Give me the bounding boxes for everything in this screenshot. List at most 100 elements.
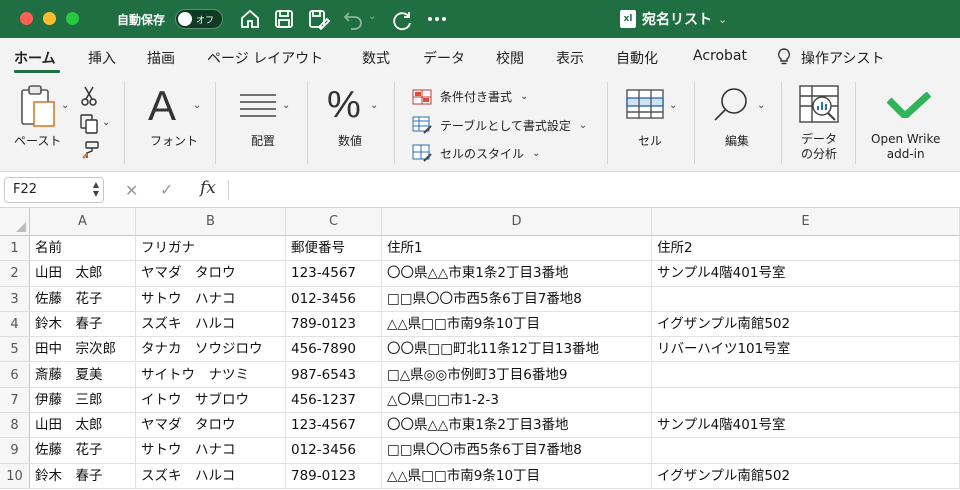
table-cell[interactable]: 鈴木 春子 [30, 311, 136, 338]
row-header[interactable]: 1 [0, 236, 30, 262]
table-cell[interactable]: サトウ ハナコ [136, 438, 286, 464]
table-cell[interactable]: スズキ ハルコ [136, 463, 286, 489]
table-cell[interactable]: 123-4567 [286, 413, 382, 439]
formula-input[interactable] [240, 180, 940, 200]
number-chevron-icon[interactable]: ⌄ [370, 100, 378, 111]
cell-styles-button[interactable]: セルのスタイル ⌄ [412, 144, 540, 162]
copy-icon[interactable] [80, 114, 98, 134]
paste-chevron-icon[interactable]: ⌄ [61, 100, 69, 111]
paste-icon[interactable] [18, 84, 60, 130]
table-cell[interactable]: 012-3456 [286, 438, 382, 464]
select-all-button[interactable] [0, 208, 30, 236]
font-chevron-icon[interactable]: ⌄ [193, 100, 201, 111]
table-cell[interactable]: □□県〇〇市西5条6丁目7番地8 [382, 438, 652, 464]
table-cell[interactable]: イグザンプル南館502 [652, 311, 960, 338]
table-cell[interactable]: フリガナ [136, 236, 286, 262]
editing-chevron-icon[interactable]: ⌄ [757, 100, 765, 111]
save-as-icon[interactable] [306, 7, 330, 31]
table-cell[interactable] [652, 438, 960, 464]
tab-review[interactable]: 校閲 [496, 48, 524, 68]
table-cell[interactable]: ヤマダ タロウ [136, 261, 286, 287]
column-header-b[interactable]: B [136, 208, 286, 236]
table-cell[interactable]: リバーハイツ101号室 [652, 337, 960, 363]
analyze-data-icon[interactable] [798, 84, 840, 124]
copy-chevron-icon[interactable]: ⌄ [102, 117, 110, 128]
table-cell[interactable]: 789-0123 [286, 311, 382, 338]
table-cell[interactable]: 斎藤 夏美 [30, 362, 136, 388]
alignment-chevron-icon[interactable]: ⌄ [282, 100, 290, 111]
table-cell[interactable]: 456-7890 [286, 337, 382, 363]
table-cell[interactable]: サトウ ハナコ [136, 286, 286, 312]
column-header-a[interactable]: A [30, 208, 136, 236]
row-header[interactable]: 6 [0, 362, 30, 388]
table-cell[interactable]: △△県□□市南9条10丁目 [382, 463, 652, 489]
table-cell[interactable]: イトウ サブロウ [136, 387, 286, 414]
table-cell[interactable]: スズキ ハルコ [136, 311, 286, 338]
tab-insert[interactable]: 挿入 [88, 48, 116, 68]
table-cell[interactable]: 伊藤 三郎 [30, 387, 136, 414]
redo-icon[interactable] [391, 7, 415, 31]
undo-dropdown-chevron[interactable]: ⌄ [368, 11, 376, 22]
table-cell[interactable]: 佐藤 花子 [30, 438, 136, 464]
table-cell[interactable]: 山田 太郎 [30, 261, 136, 287]
close-window-button[interactable] [20, 12, 33, 25]
name-box[interactable]: F22 ▲ ▼ [4, 177, 104, 203]
conditional-format-button[interactable]: 条件付き書式 ⌄ [412, 88, 528, 105]
table-cell[interactable]: 田中 宗次郎 [30, 337, 136, 363]
row-header[interactable]: 3 [0, 286, 30, 312]
document-title[interactable]: xl 宛名リスト ⌄ [620, 9, 727, 29]
table-cell[interactable]: イグザンプル南館502 [652, 463, 960, 489]
autosave-toggle[interactable]: オフ [175, 9, 223, 29]
cells-icon[interactable] [625, 88, 665, 120]
name-box-stepper-icon[interactable]: ▲ ▼ [93, 180, 99, 198]
tab-home[interactable]: ホーム [14, 48, 56, 68]
table-cell[interactable]: □△県◎◎市例町3丁目6番地9 [382, 362, 652, 388]
table-cell[interactable] [652, 387, 960, 414]
search-icon[interactable] [712, 86, 750, 124]
tab-view[interactable]: 表示 [556, 48, 584, 68]
table-cell[interactable]: 住所2 [652, 236, 960, 262]
table-cell[interactable]: 123-4567 [286, 261, 382, 287]
table-cell[interactable]: ヤマダ タロウ [136, 413, 286, 439]
zoom-window-button[interactable] [66, 12, 79, 25]
cut-icon[interactable] [80, 86, 98, 106]
tab-draw[interactable]: 描画 [147, 48, 175, 68]
row-header[interactable]: 5 [0, 337, 30, 363]
wrike-checkmark-icon[interactable] [887, 92, 931, 118]
percent-icon[interactable]: % [327, 84, 361, 127]
row-header[interactable]: 2 [0, 261, 30, 287]
tab-automate[interactable]: 自動化 [616, 48, 658, 68]
tab-data[interactable]: データ [423, 48, 465, 68]
table-cell[interactable]: 987-6543 [286, 362, 382, 388]
table-cell[interactable]: 住所1 [382, 236, 652, 262]
table-cell[interactable] [652, 362, 960, 388]
table-cell[interactable]: 郵便番号 [286, 236, 382, 262]
insert-function-icon[interactable]: fx [200, 178, 216, 198]
table-cell[interactable]: 山田 太郎 [30, 413, 136, 439]
table-cell[interactable]: タナカ ソウジロウ [136, 337, 286, 363]
table-cell[interactable]: サンプル4階401号室 [652, 261, 960, 287]
table-cell[interactable]: △△県□□市南9条10丁目 [382, 311, 652, 338]
undo-icon[interactable] [341, 7, 365, 31]
table-cell[interactable]: 〇〇県△△市東1条2丁目3番地 [382, 413, 652, 439]
table-cell[interactable]: □□県〇〇市西5条6丁目7番地8 [382, 286, 652, 312]
table-cell[interactable]: 012-3456 [286, 286, 382, 312]
column-header-d[interactable]: D [382, 208, 652, 236]
table-cell[interactable]: 〇〇県△△市東1条2丁目3番地 [382, 261, 652, 287]
save-icon[interactable] [272, 7, 296, 31]
table-cell[interactable]: 鈴木 春子 [30, 463, 136, 489]
table-cell[interactable] [652, 286, 960, 312]
row-header[interactable]: 8 [0, 413, 30, 439]
row-header[interactable]: 10 [0, 463, 30, 489]
table-cell[interactable]: 〇〇県□□町北11条12丁目13番地 [382, 337, 652, 363]
tab-tell-me[interactable]: 操作アシスト [801, 48, 884, 68]
cancel-formula-icon[interactable]: ✕ [125, 181, 138, 200]
more-icon[interactable] [425, 7, 449, 31]
column-header-e[interactable]: E [652, 208, 960, 236]
format-painter-icon[interactable] [80, 140, 100, 160]
home-icon[interactable] [238, 7, 262, 31]
table-cell[interactable]: △〇県□□市1-2-3 [382, 387, 652, 414]
format-as-table-button[interactable]: テーブルとして書式設定 ⌄ [412, 116, 587, 134]
confirm-formula-icon[interactable]: ✓ [160, 180, 173, 199]
tab-page-layout[interactable]: ページ レイアウト [207, 48, 323, 68]
